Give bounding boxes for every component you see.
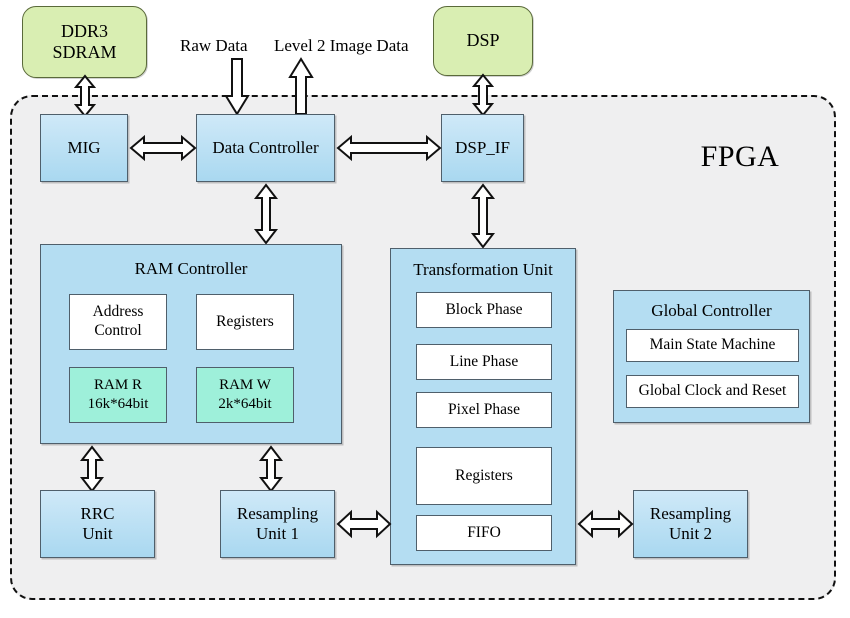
level2-image-data-caption: Level 2 Image Data [274,36,409,55]
registers-ram-label: Registers [216,312,274,330]
ram-w-block: RAM W 2k*64bit [196,367,294,423]
raw-data-caption: Raw Data [180,36,248,55]
ram-r-block: RAM R 16k*64bit [69,367,167,423]
resampling-unit-1-module: Resampling Unit 1 [220,490,335,558]
dsp-if-label: DSP_IF [455,137,510,157]
pixel-phase-label: Pixel Phase [448,400,520,418]
resampling-unit-2-label-line2: Unit 2 [669,524,712,543]
arrow-dsp-dspif [471,73,495,117]
data-controller-module: Data Controller [196,114,335,182]
arrow-datacontroller-ramcontroller [253,183,279,245]
block-phase-block: Block Phase [416,292,552,328]
ddr3-label-line2: SDRAM [52,42,117,62]
rrc-unit-label-line2: Unit [82,524,113,543]
rrc-unit-module: RRC Unit [40,490,155,558]
ram-w-size: 2k*64bit [218,396,272,412]
global-controller-group: Global Controller Main State Machine Glo… [613,290,810,423]
arrow-level2-image-data-out [288,57,314,116]
arrow-transformationunit-resampling2 [577,509,634,539]
arrow-ramcontroller-rrcunit [79,445,105,493]
fpga-label: FPGA [700,140,780,173]
address-control-label-line2: Control [94,322,142,339]
dsp-label: DSP [466,30,500,51]
mig-module: MIG [40,114,128,182]
global-clock-reset-block: Global Clock and Reset [626,375,799,408]
ram-controller-title: RAM Controller [134,259,248,278]
ram-r-name: RAM R [94,377,142,394]
arrow-resampling1-transformationunit [336,509,392,539]
ddr3-sdram-block: DDR3 SDRAM [22,6,147,78]
block-phase-label: Block Phase [445,300,523,318]
resampling-unit-1-label-line2: Unit 1 [256,524,299,543]
data-controller-label: Data Controller [212,137,319,157]
resampling-unit-2-label-line1: Resampling [649,503,732,523]
rrc-unit-label-line1: RRC [80,503,115,523]
fifo-label: FIFO [467,523,501,541]
global-clock-reset-label: Global Clock and Reset [638,382,787,400]
dsp-if-module: DSP_IF [441,114,524,182]
ram-controller-group: RAM Controller Address Control Registers… [40,244,342,444]
arrow-ddr3-mig [73,74,97,118]
dsp-block: DSP [433,6,533,76]
line-phase-label: Line Phase [449,352,519,370]
arrow-ramcontroller-resampling1 [258,445,284,493]
arrow-mig-datacontroller [129,134,197,162]
line-phase-block: Line Phase [416,344,552,380]
registers-transformation-label: Registers [455,466,513,484]
address-control-block: Address Control [69,294,167,350]
arrow-raw-data-in [224,58,250,116]
arrow-datacontroller-dspif [336,134,442,162]
transformation-unit-title: Transformation Unit [413,260,553,279]
registers-block-transformation: Registers [416,447,552,505]
pixel-phase-block: Pixel Phase [416,392,552,428]
resampling-unit-2-module: Resampling Unit 2 [633,490,748,558]
resampling-unit-1-label-line1: Resampling [236,503,319,523]
arrow-dspif-transformationunit [470,183,496,249]
registers-block-ram: Registers [196,294,294,350]
ram-w-name: RAM W [219,377,271,394]
ram-r-size: 16k*64bit [87,396,149,412]
transformation-unit-group: Transformation Unit Block Phase Line Pha… [390,248,576,565]
global-controller-title: Global Controller [651,301,772,320]
main-state-machine-label: Main State Machine [649,336,776,354]
ddr3-label-line1: DDR3 [60,20,108,41]
diagram-canvas: FPGA DDR3 SDRAM DSP Raw Data Level 2 Ima… [0,0,850,618]
mig-label: MIG [67,137,101,157]
address-control-label-line1: Address [92,303,144,321]
main-state-machine-block: Main State Machine [626,329,799,362]
fifo-block: FIFO [416,515,552,551]
